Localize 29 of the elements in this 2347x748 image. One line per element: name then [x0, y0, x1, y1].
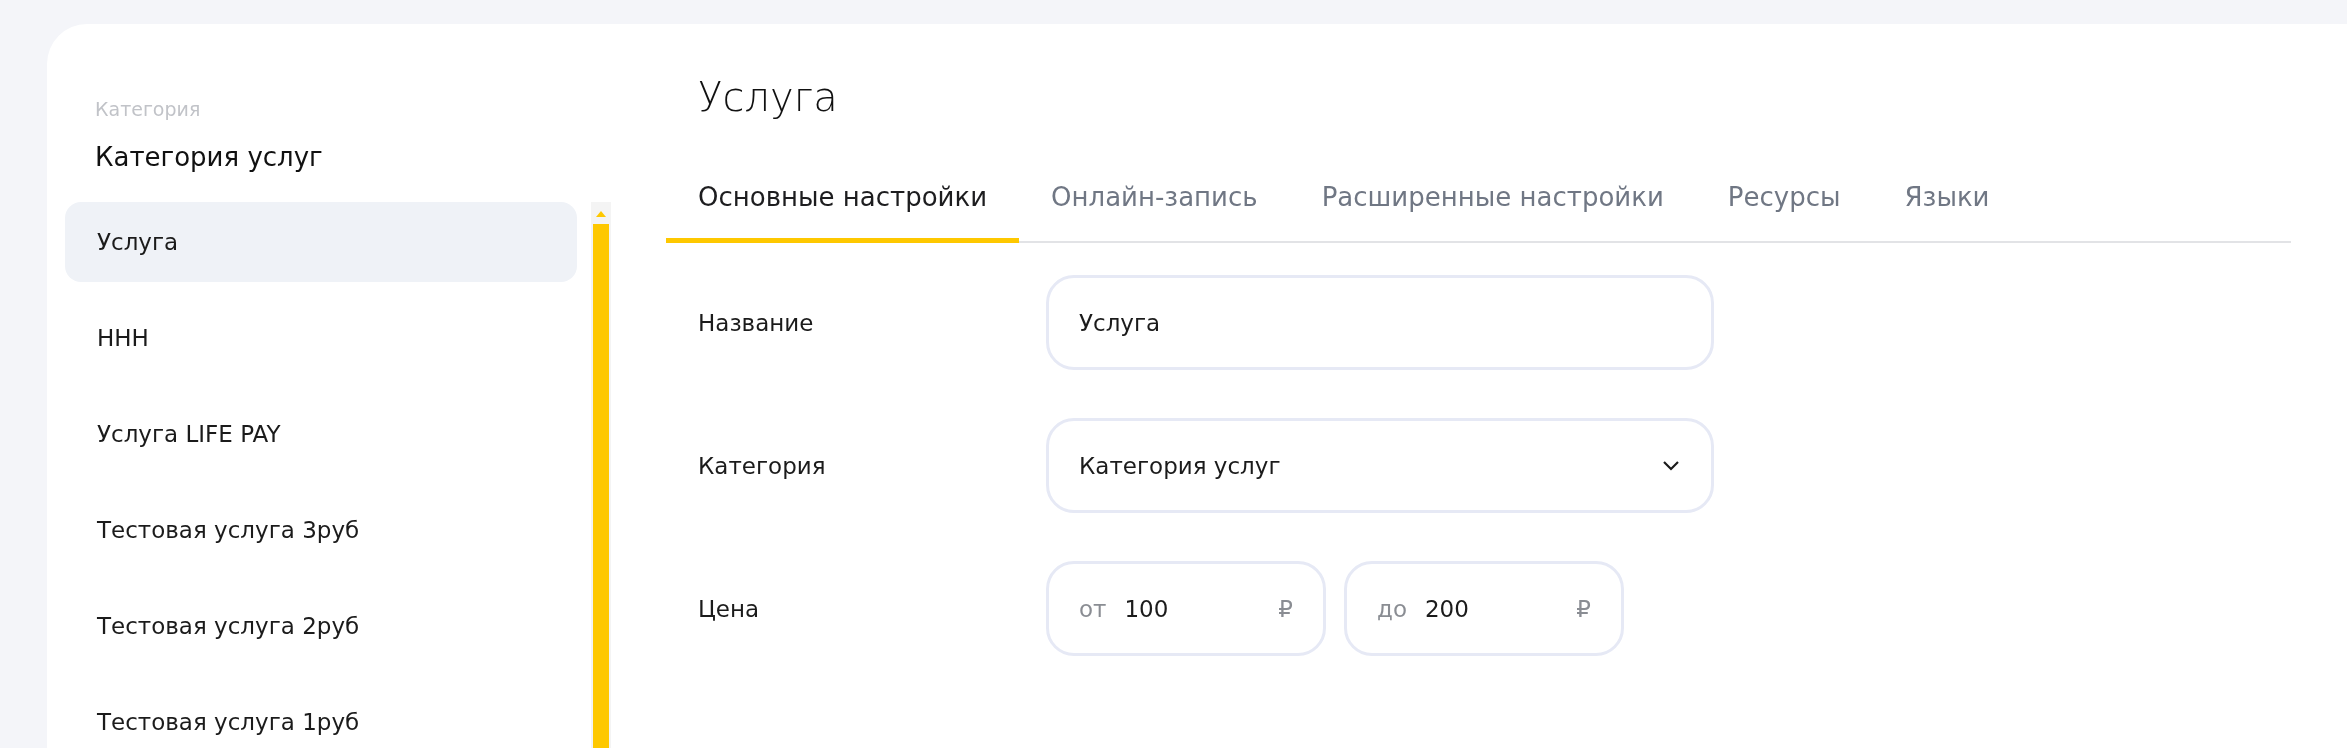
- scrollbar[interactable]: [591, 202, 611, 748]
- scrollbar-thumb[interactable]: [593, 224, 609, 748]
- currency-sign: ₽: [1278, 595, 1293, 622]
- tab[interactable]: Расширенные настройки: [1289, 160, 1696, 243]
- price-prefix: от: [1079, 595, 1107, 622]
- sidebar-item[interactable]: Тестовая услуга 3руб: [65, 490, 577, 570]
- tab[interactable]: Языки: [1872, 160, 2022, 243]
- field-label: Название: [697, 309, 815, 336]
- sidebar-item[interactable]: Тестовая услуга 2руб: [65, 586, 577, 666]
- scroll-up-icon[interactable]: [595, 210, 607, 218]
- field-label: Цена: [697, 595, 761, 622]
- tab[interactable]: Основные настройки: [666, 160, 1020, 243]
- sidebar-title: Категория услуг: [95, 142, 324, 172]
- price-prefix: до: [1377, 595, 1407, 622]
- sidebar-item[interactable]: HHH: [65, 298, 577, 378]
- sidebar-item[interactable]: Тестовая услуга 1руб: [65, 682, 577, 748]
- page-title: Услуга: [698, 74, 839, 120]
- tab[interactable]: Ресурсы: [1695, 160, 1873, 243]
- currency-sign: ₽: [1576, 595, 1591, 622]
- chevron-down-icon: [1661, 459, 1681, 472]
- field-label: Категория: [697, 452, 827, 479]
- price-input-field[interactable]: от 100 ₽: [1046, 561, 1326, 656]
- category-select[interactable]: Категория услуг: [1046, 418, 1714, 513]
- sidebar-item[interactable]: Услуга LIFE PAY: [65, 394, 577, 474]
- sidebar-item[interactable]: Услуга: [65, 202, 577, 282]
- tab[interactable]: Онлайн-запись: [1019, 160, 1290, 243]
- price-input-field[interactable]: до 200 ₽: [1344, 561, 1624, 656]
- name-input-field[interactable]: Услуга: [1046, 275, 1714, 370]
- sidebar-caption: Категория: [95, 98, 202, 120]
